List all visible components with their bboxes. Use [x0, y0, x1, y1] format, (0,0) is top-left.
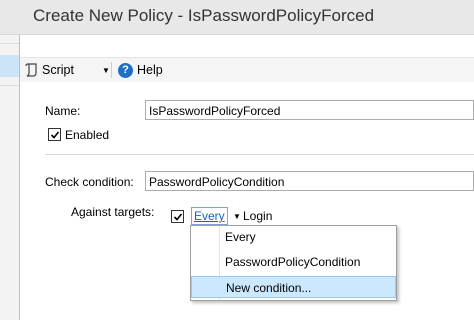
script-icon: [25, 63, 37, 77]
enabled-label: Enabled: [65, 128, 110, 142]
toolbar: Script ▼ ? Help: [20, 57, 474, 83]
script-button-label: Script: [42, 63, 74, 77]
name-label: Name:: [45, 104, 81, 118]
check-condition-label: Check condition:: [45, 175, 134, 189]
dropdown-option-new-condition[interactable]: New condition...: [191, 276, 396, 298]
section-divider: [45, 154, 474, 155]
window-title: Create New Policy - IsPasswordPolicyForc…: [33, 6, 375, 25]
checkmark-icon: [173, 212, 182, 221]
left-pane-divider: [0, 85, 19, 86]
help-button[interactable]: ? Help: [118, 58, 163, 82]
dropdown-option-password-policy-condition[interactable]: PasswordPolicyCondition: [191, 251, 396, 273]
script-dropdown-arrow-icon[interactable]: ▼: [102, 58, 110, 82]
against-targets-label: Against targets:: [71, 205, 155, 219]
toolbar-separator: [111, 62, 112, 78]
target-checkbox[interactable]: [171, 210, 184, 223]
target-dropdown-menu: Every PasswordPolicyCondition New condit…: [190, 225, 397, 301]
script-button[interactable]: Script: [25, 58, 74, 82]
left-pane-selected-item[interactable]: [0, 55, 19, 77]
help-button-label: Help: [137, 63, 163, 77]
dropdown-option-label: New condition...: [226, 281, 312, 295]
title-bar: Create New Policy - IsPasswordPolicyForc…: [0, 0, 474, 35]
target-object-label: Login: [243, 209, 273, 223]
target-selector-link[interactable]: Every: [191, 207, 228, 225]
dropdown-option-every[interactable]: Every: [191, 226, 396, 248]
help-icon: ?: [118, 62, 133, 78]
left-pane[interactable]: [0, 35, 20, 320]
name-field[interactable]: IsPasswordPolicyForced: [145, 100, 474, 120]
enabled-checkbox[interactable]: [48, 128, 61, 141]
dropdown-option-label: PasswordPolicyCondition: [225, 255, 361, 269]
checkmark-icon: [50, 130, 59, 139]
left-pane-divider: [0, 43, 19, 44]
dropdown-option-label: Every: [225, 230, 256, 244]
check-condition-field[interactable]: PasswordPolicyCondition: [145, 171, 474, 191]
target-selector-arrow-icon[interactable]: ▼: [233, 212, 241, 221]
